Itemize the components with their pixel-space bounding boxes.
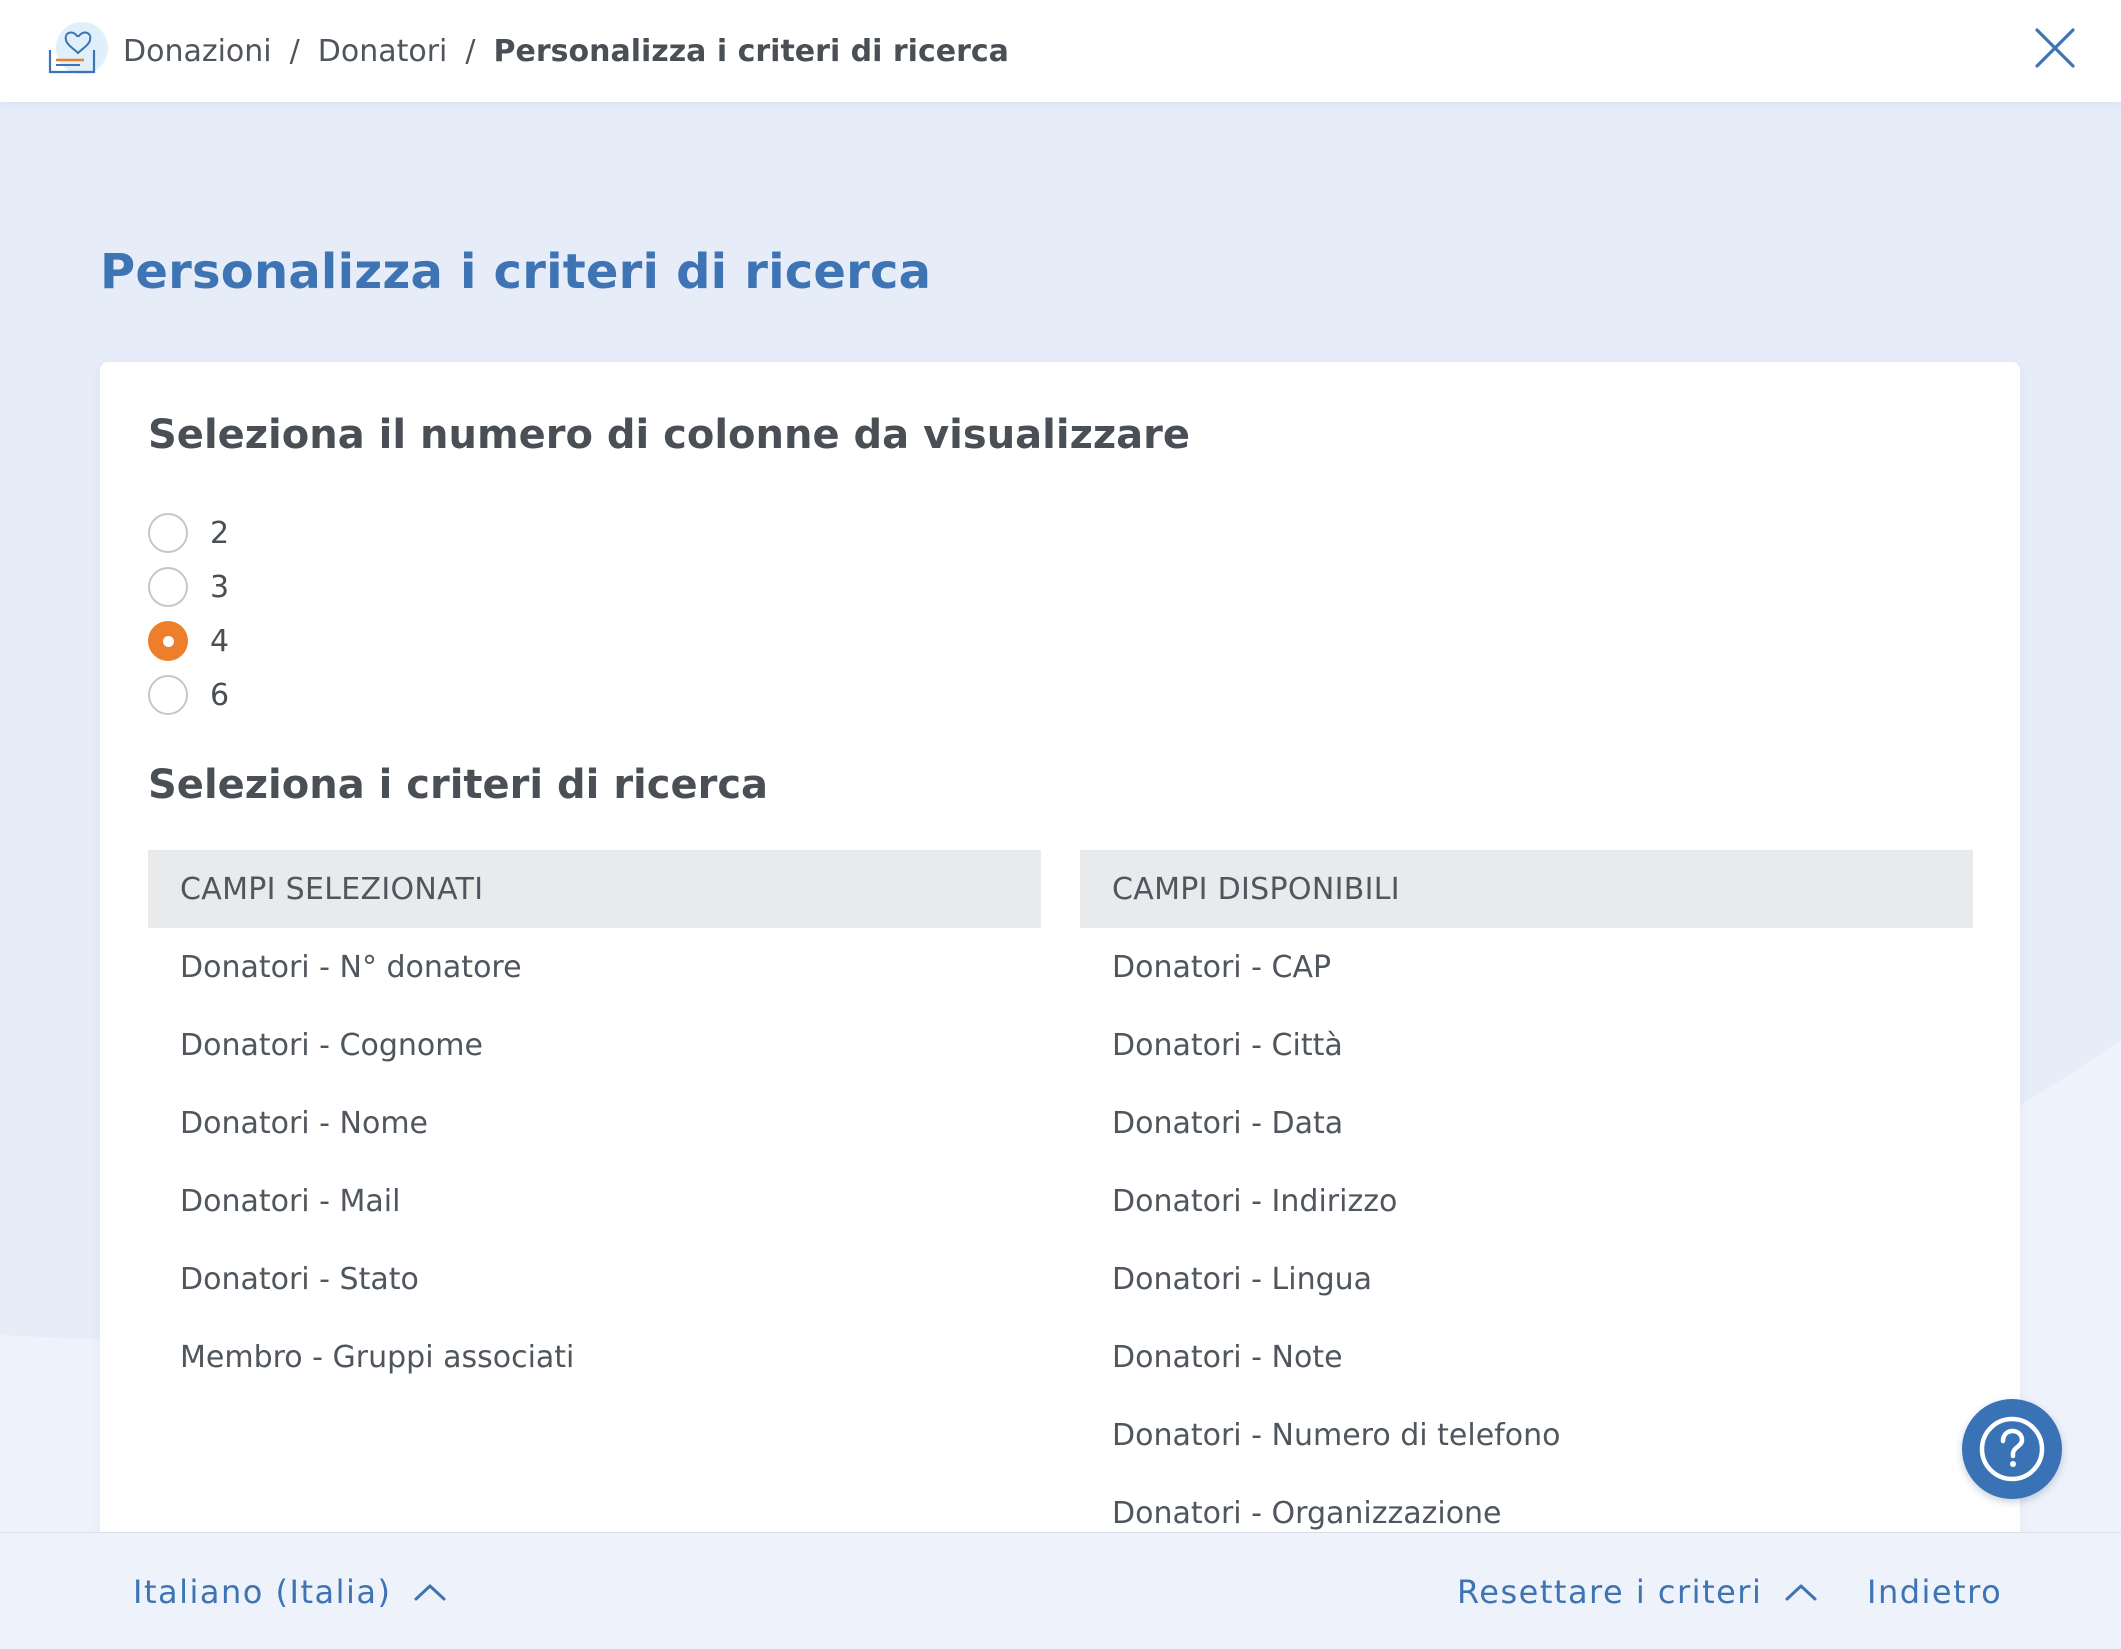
selected-field-item[interactable]: Donatori - N° donatore <box>148 928 1041 1006</box>
columns-section-title: Seleziona il numero di colonne da visual… <box>148 412 1190 458</box>
radio-label: 4 <box>210 624 229 659</box>
available-field-item[interactable]: Donatori - Lingua <box>1080 1240 1973 1318</box>
selected-field-item[interactable]: Donatori - Cognome <box>148 1006 1041 1084</box>
selected-field-item[interactable]: Donatori - Stato <box>148 1240 1041 1318</box>
breadcrumb-separator: / <box>465 34 475 69</box>
selected-fields-list: CAMPI SELEZIONATI Donatori - N° donatore… <box>148 850 1041 1396</box>
available-field-item[interactable]: Donatori - CAP <box>1080 928 1973 1006</box>
donation-heart-box-icon <box>44 22 116 78</box>
radio-option-2[interactable]: 2 <box>148 506 229 560</box>
radio-label: 6 <box>210 678 229 713</box>
page-title: Personalizza i criteri di ricerca <box>100 244 931 300</box>
radio-button[interactable] <box>148 513 188 553</box>
help-button[interactable] <box>1962 1399 2062 1499</box>
page: Donazioni / Donatori / Personalizza i cr… <box>0 0 2121 1649</box>
radio-label: 2 <box>210 516 229 551</box>
radio-option-4[interactable]: 4 <box>148 614 229 668</box>
available-field-item[interactable]: Donatori - Data <box>1080 1084 1973 1162</box>
radio-label: 3 <box>210 570 229 605</box>
close-icon[interactable] <box>2032 25 2078 71</box>
columns-radio-group: 2 3 4 6 <box>148 506 229 722</box>
available-fields-list: CAMPI DISPONIBILI Donatori - CAP Donator… <box>1080 850 1973 1552</box>
available-field-item[interactable]: Donatori - Note <box>1080 1318 1973 1396</box>
selected-field-item[interactable]: Donatori - Mail <box>148 1162 1041 1240</box>
criteria-card: Seleziona il numero di colonne da visual… <box>100 362 2020 1649</box>
selected-field-item[interactable]: Membro - Gruppi associati <box>148 1318 1041 1396</box>
reset-criteria-label: Resettare i criteri <box>1457 1573 1762 1611</box>
breadcrumb-donazioni[interactable]: Donazioni <box>123 34 272 69</box>
radio-button[interactable] <box>148 675 188 715</box>
breadcrumb-current: Personalizza i criteri di ricerca <box>494 34 1009 69</box>
radio-option-6[interactable]: 6 <box>148 668 229 722</box>
available-fields-header: CAMPI DISPONIBILI <box>1080 850 1973 928</box>
available-field-item[interactable]: Donatori - Città <box>1080 1006 1973 1084</box>
back-button[interactable]: Indietro <box>1867 1533 2002 1649</box>
language-label: Italiano (Italia) <box>133 1573 391 1611</box>
question-mark-icon <box>1976 1413 2048 1485</box>
breadcrumb-separator: / <box>290 34 300 69</box>
footer-bar: Italiano (Italia) Resettare i criteri In… <box>0 1532 2121 1649</box>
available-field-item[interactable]: Donatori - Numero di telefono <box>1080 1396 1973 1474</box>
top-bar: Donazioni / Donatori / Personalizza i cr… <box>0 0 2121 102</box>
language-selector[interactable]: Italiano (Italia) <box>133 1533 447 1649</box>
selected-field-item[interactable]: Donatori - Nome <box>148 1084 1041 1162</box>
criteria-section-title: Seleziona i criteri di ricerca <box>148 762 768 808</box>
radio-option-3[interactable]: 3 <box>148 560 229 614</box>
available-field-item[interactable]: Donatori - Indirizzo <box>1080 1162 1973 1240</box>
reset-criteria-button[interactable]: Resettare i criteri <box>1457 1533 1818 1649</box>
chevron-up-icon <box>1784 1582 1818 1602</box>
radio-button[interactable] <box>148 567 188 607</box>
chevron-up-icon <box>413 1582 447 1602</box>
breadcrumb-donatori[interactable]: Donatori <box>318 34 448 69</box>
breadcrumb: Donazioni / Donatori / Personalizza i cr… <box>123 0 1009 102</box>
radio-button-selected[interactable] <box>148 621 188 661</box>
selected-fields-header: CAMPI SELEZIONATI <box>148 850 1041 928</box>
